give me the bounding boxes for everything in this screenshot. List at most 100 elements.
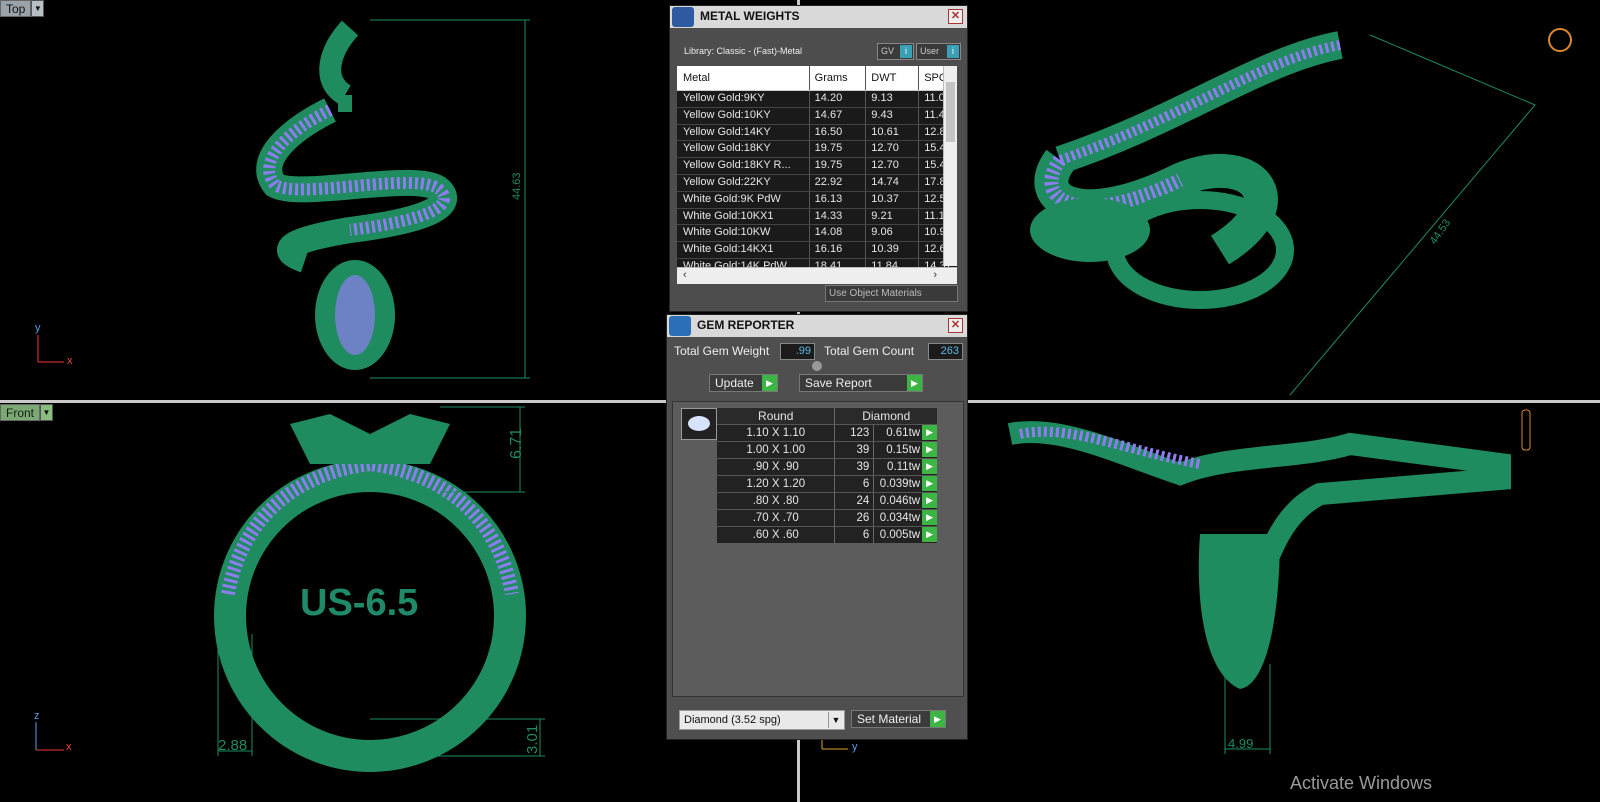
panel-title: GEM REPORTER <box>697 318 795 332</box>
use-object-materials-button[interactable]: Use Object Materials <box>825 285 958 302</box>
cell-grams: 14.08 <box>810 225 867 242</box>
table-row[interactable]: Yellow Gold:10KY 14.67 9.43 11.45 <box>677 107 957 125</box>
cell-size: .80 X .80 <box>717 493 836 509</box>
total-gem-weight-value: .99 <box>780 343 815 360</box>
metal-table[interactable]: Metal Grams DWT SPG Yellow Gold:9KY 14.20… <box>677 66 957 284</box>
cell-weight: 0.046tw <box>879 495 921 507</box>
table-row[interactable]: Yellow Gold:9KY 14.20 9.13 11.08 <box>677 91 957 108</box>
chevron-right-icon[interactable]: › <box>933 269 937 281</box>
ring-orientation-icon <box>1548 28 1572 52</box>
set-material-label: Set Material <box>857 712 922 726</box>
cell-weight: 0.15tw <box>886 444 921 456</box>
table-row[interactable]: Yellow Gold:14KY 16.50 10.61 12.88 <box>677 124 957 142</box>
dimension-label: 2.88 <box>218 737 247 754</box>
dimension-label: 6.71 <box>508 428 525 459</box>
table-row[interactable]: White Gold:10KX1 14.33 9.21 11.18 <box>677 208 957 226</box>
metal-table-header: Metal Grams DWT SPG <box>677 66 957 91</box>
cell-count: 6 <box>835 476 875 492</box>
cell-size: .70 X .70 <box>717 510 836 526</box>
set-material-button[interactable]: Set Material ▶ <box>851 710 946 728</box>
cell-grams: 19.75 <box>810 141 867 158</box>
cell-metal: White Gold:9K PdW <box>677 191 810 208</box>
gv-toggle[interactable]: GV i <box>877 43 914 60</box>
select-gems-arrow-icon[interactable]: ▶ <box>922 493 937 508</box>
table-row[interactable]: White Gold:14KX1 16.16 10.39 12.61 <box>677 242 957 259</box>
info-icon: i <box>900 45 912 58</box>
select-gems-arrow-icon[interactable]: ▶ <box>922 510 937 525</box>
dimension-label: 44.53 <box>1428 217 1454 246</box>
close-icon[interactable]: ✕ <box>948 9 963 24</box>
cell-grams: 16.13 <box>810 191 867 208</box>
chevron-left-icon[interactable]: ‹ <box>683 269 687 281</box>
col-grams[interactable]: Grams <box>810 66 867 90</box>
cell-weight: 0.039tw <box>879 478 921 490</box>
gem-list-area[interactable]: Round Diamond 1.10 X 1.10 123 0.61tw ▶ 1.00 … <box>672 401 964 697</box>
cell-metal: Yellow Gold:18KY <box>677 141 810 158</box>
update-button[interactable]: Update ▶ <box>709 374 778 392</box>
metal-weights-panel[interactable]: METAL WEIGHTS ✕ Library: Classic - (Fast… <box>669 5 968 312</box>
select-gems-arrow-icon[interactable]: ▶ <box>922 527 937 542</box>
play-arrow-icon: ▶ <box>930 711 945 727</box>
cell-grams: 16.16 <box>810 242 867 258</box>
cell-count: 6 <box>835 527 875 543</box>
cell-grams: 16.50 <box>810 124 867 141</box>
metal-weights-titlebar[interactable]: METAL WEIGHTS ✕ <box>670 6 967 28</box>
select-gems-arrow-icon[interactable]: ▶ <box>922 459 937 474</box>
scroll-thumb[interactable] <box>946 82 955 142</box>
table-row[interactable]: White Gold:9K PdW 16.13 10.37 12.59 <box>677 191 957 209</box>
table-row[interactable]: 1.20 X 1.20 6 0.039tw ▶ <box>717 475 937 492</box>
close-icon[interactable]: ✕ <box>948 318 963 333</box>
gv-label: GV <box>881 46 895 56</box>
col-dwt[interactable]: DWT <box>866 66 920 90</box>
col-shape: Round <box>717 408 836 424</box>
material-select[interactable]: Diamond (3.52 spg) ▼ <box>679 710 845 730</box>
ring-size-label: US-6.5 <box>300 582 419 624</box>
table-row[interactable]: .70 X .70 26 0.034tw ▶ <box>717 509 937 526</box>
gem-reporter-titlebar[interactable]: GEM REPORTER ✕ <box>667 315 967 337</box>
gem-reporter-panel[interactable]: GEM REPORTER ✕ Total Gem Weight .99 Tota… <box>666 314 968 740</box>
cell-size: 1.20 X 1.20 <box>717 476 836 492</box>
select-gems-arrow-icon[interactable]: ▶ <box>922 476 937 491</box>
user-toggle[interactable]: User i <box>916 43 961 60</box>
vertical-scrollbar[interactable] <box>943 66 957 266</box>
save-report-button[interactable]: Save Report ▶ <box>799 374 923 392</box>
cell-weight: 0.61tw <box>886 427 921 439</box>
cell-grams: 14.67 <box>810 107 867 124</box>
cell-size: .90 X .90 <box>717 459 836 475</box>
table-row[interactable]: Yellow Gold:18KY R... 19.75 12.70 15.41 <box>677 158 957 175</box>
select-gems-arrow-icon[interactable]: ▶ <box>922 442 937 457</box>
table-row[interactable]: .90 X .90 39 0.11tw ▶ <box>717 458 937 475</box>
horizontal-scrollbar[interactable]: ‹ › <box>677 267 957 284</box>
chevron-down-icon[interactable]: ▼ <box>828 712 843 728</box>
play-arrow-icon: ▶ <box>907 375 922 391</box>
cell-metal: Yellow Gold:9KY <box>677 91 810 107</box>
table-row[interactable]: .60 X .60 6 0.005tw ▶ <box>717 526 937 543</box>
collapse-handle[interactable] <box>812 361 822 371</box>
cell-dwt: 10.61 <box>866 124 920 141</box>
table-row[interactable]: .80 X .80 24 0.046tw ▶ <box>717 492 937 509</box>
update-label: Update <box>715 376 754 390</box>
metal-weights-logo-icon <box>672 7 694 27</box>
table-row[interactable]: Yellow Gold:22KY 22.92 14.74 17.89 <box>677 174 957 192</box>
cell-metal: Yellow Gold:18KY R... <box>677 158 810 174</box>
select-gems-arrow-icon[interactable]: ▶ <box>922 425 937 440</box>
col-metal[interactable]: Metal <box>677 66 810 90</box>
cell-dwt: 12.70 <box>866 158 920 174</box>
table-row[interactable]: Yellow Gold:18KY 19.75 12.70 15.41 <box>677 141 957 159</box>
panel-title: METAL WEIGHTS <box>700 9 800 23</box>
gem-table-header: Round Diamond <box>717 408 937 424</box>
cell-grams: 14.20 <box>810 91 867 107</box>
round-gem-icon[interactable] <box>681 408 717 440</box>
axis-z-label: z <box>34 710 40 722</box>
table-row[interactable]: White Gold:10KW 14.08 9.06 10.99 <box>677 225 957 243</box>
cell-dwt: 9.21 <box>866 208 920 225</box>
play-arrow-icon: ▶ <box>762 375 777 391</box>
cell-size: 1.10 X 1.10 <box>717 425 836 441</box>
table-row[interactable]: 1.10 X 1.10 123 0.61tw ▶ <box>717 424 937 441</box>
table-row[interactable]: 1.00 X 1.00 39 0.15tw ▶ <box>717 441 937 458</box>
cell-weight: 0.034tw <box>879 512 921 524</box>
ring-orientation-icon <box>1521 409 1531 451</box>
cell-count: 39 <box>835 442 875 458</box>
save-report-label: Save Report <box>805 376 872 390</box>
gem-table[interactable]: Round Diamond 1.10 X 1.10 123 0.61tw ▶ 1.00 … <box>717 408 937 543</box>
